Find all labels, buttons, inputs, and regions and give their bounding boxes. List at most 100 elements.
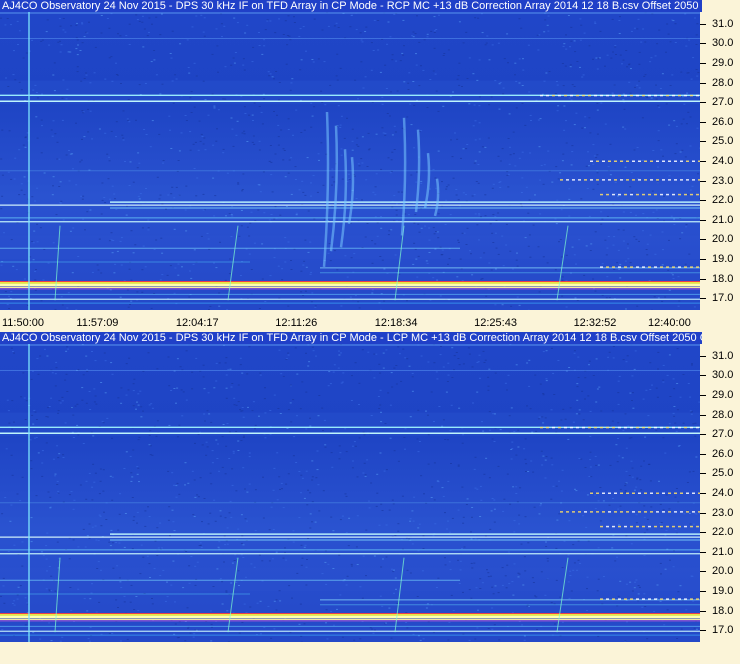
noise-speck	[624, 413, 627, 415]
noise-speck	[320, 90, 323, 92]
noise-speck	[248, 114, 250, 116]
noise-speck	[543, 80, 546, 82]
noise-speck	[538, 416, 541, 418]
noise-speck	[177, 263, 180, 265]
noise-speck	[237, 183, 240, 185]
noise-speck	[375, 133, 378, 135]
noise-speck	[113, 193, 116, 195]
noise-speck	[409, 520, 412, 522]
noise-speck	[609, 174, 612, 176]
noise-speck	[254, 489, 257, 491]
noise-speck	[311, 479, 314, 481]
noise-speck	[135, 408, 137, 410]
noise-speck	[94, 360, 97, 362]
noise-speck	[148, 404, 151, 406]
noise-speck	[643, 593, 646, 595]
noise-speck	[665, 103, 668, 105]
noise-speck	[260, 111, 263, 113]
noise-speck	[674, 23, 677, 25]
noise-speck	[222, 424, 225, 425]
noise-speck	[184, 640, 187, 642]
y-tick-label: 26.0	[699, 447, 734, 460]
noise-speck	[586, 588, 588, 590]
noise-speck	[287, 473, 290, 475]
noise-speck	[477, 164, 480, 165]
noise-speck	[313, 18, 316, 20]
rfi-dash	[630, 598, 633, 600]
noise-speck	[401, 52, 404, 54]
noise-speck	[24, 624, 27, 626]
noise-speck	[308, 361, 311, 363]
noise-speck	[367, 132, 370, 134]
noise-speck	[258, 184, 261, 186]
noise-speck	[481, 421, 483, 423]
noise-speck	[542, 394, 545, 396]
noise-speck	[409, 416, 412, 418]
noise-speck	[380, 421, 383, 423]
noise-speck	[695, 628, 698, 630]
noise-speck	[479, 516, 482, 517]
noise-speck	[279, 600, 282, 602]
rfi-dash	[612, 598, 615, 600]
noise-speck	[72, 227, 75, 229]
noise-speck	[59, 51, 62, 53]
noise-speck	[478, 214, 481, 216]
rfi-dash	[618, 598, 621, 600]
noise-speck	[57, 492, 60, 494]
rfi-dash	[600, 266, 603, 268]
noise-speck	[203, 498, 206, 499]
noise-speck	[215, 380, 218, 382]
rfi-dash	[624, 266, 627, 268]
noise-speck	[171, 80, 174, 82]
noise-speck	[485, 42, 488, 44]
noise-speck	[561, 295, 564, 297]
noise-speck	[41, 462, 44, 464]
noise-speck	[267, 71, 270, 73]
rfi-dash	[696, 525, 699, 528]
noise-speck	[365, 26, 368, 28]
noise-speck	[516, 265, 519, 267]
noise-speck	[204, 149, 207, 151]
noise-speck	[191, 388, 194, 390]
rfi-dash	[618, 193, 621, 196]
noise-speck	[560, 256, 563, 258]
noise-speck	[451, 156, 454, 158]
noise-speck	[52, 74, 55, 76]
noise-speck	[380, 216, 382, 217]
noise-speck	[235, 404, 238, 406]
noise-speck	[426, 603, 429, 605]
noise-speck	[505, 587, 508, 589]
rfi-dash	[666, 525, 669, 528]
noise-speck	[238, 585, 240, 586]
noise-speck	[391, 206, 394, 208]
noise-speck	[51, 135, 54, 137]
noise-speck	[132, 383, 135, 385]
noise-speck	[666, 374, 669, 376]
noise-speck	[351, 128, 354, 130]
noise-speck	[646, 243, 649, 245]
noise-speck	[609, 425, 612, 427]
noise-speck	[667, 269, 670, 271]
noise-speck	[580, 458, 583, 460]
rfi-dash	[564, 426, 567, 429]
noise-speck	[596, 183, 599, 185]
noise-speck	[567, 438, 570, 440]
noise-speck	[415, 53, 417, 55]
noise-speck	[417, 255, 420, 257]
noise-speck	[412, 520, 415, 522]
noise-speck	[102, 490, 105, 492]
noise-speck	[346, 276, 349, 278]
noise-speck	[437, 110, 440, 112]
noise-speck	[318, 395, 321, 396]
y-tick-label: 30.0	[699, 369, 734, 382]
noise-speck	[141, 227, 144, 229]
noise-speck	[457, 239, 460, 241]
noise-speck	[274, 32, 277, 34]
noise-speck	[72, 539, 75, 541]
noise-speck	[511, 268, 514, 270]
noise-speck	[657, 130, 660, 132]
noise-speck	[311, 460, 314, 462]
rfi-dash	[570, 426, 573, 429]
noise-speck	[461, 548, 463, 549]
noise-speck	[227, 368, 230, 370]
